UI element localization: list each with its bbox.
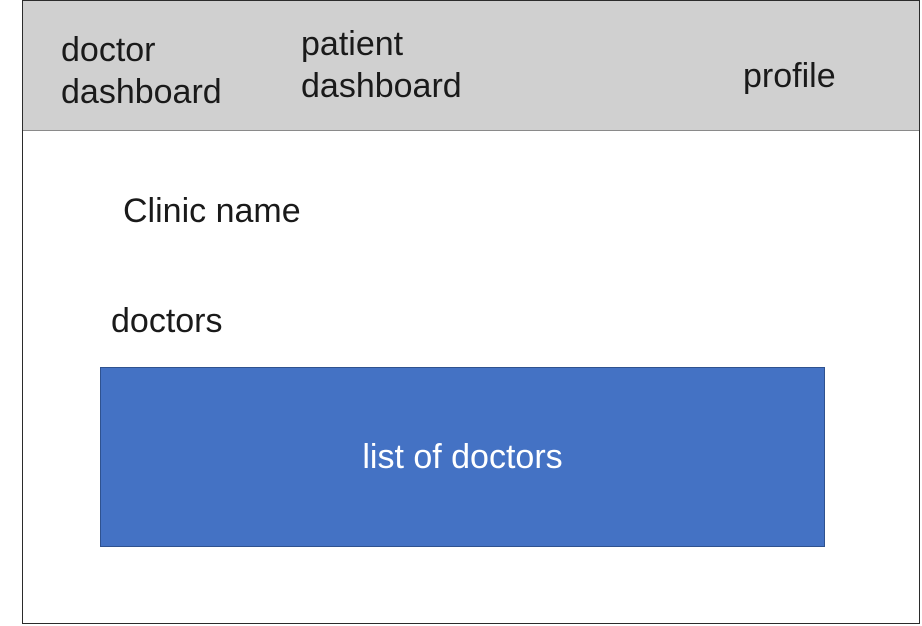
nav-patient-dashboard-line1: patient (301, 25, 404, 63)
nav-doctor-dashboard-line1: doctor (61, 31, 156, 69)
doctor-list[interactable]: list of doctors (100, 367, 825, 547)
doctor-list-label: list of doctors (362, 438, 563, 476)
doctors-section-heading: doctors (111, 302, 223, 340)
nav-profile-label: profile (743, 57, 836, 95)
nav-doctor-dashboard-line2: dashboard (61, 73, 222, 111)
nav-patient-dashboard[interactable]: patient dashboard (301, 23, 462, 107)
clinic-name: Clinic name (123, 192, 301, 230)
top-navigation-bar: doctor dashboard patient dashboard profi… (23, 1, 919, 131)
nav-doctor-dashboard[interactable]: doctor dashboard (61, 29, 222, 113)
nav-patient-dashboard-line2: dashboard (301, 67, 462, 105)
nav-profile[interactable]: profile (743, 55, 836, 97)
app-window: doctor dashboard patient dashboard profi… (22, 0, 920, 624)
